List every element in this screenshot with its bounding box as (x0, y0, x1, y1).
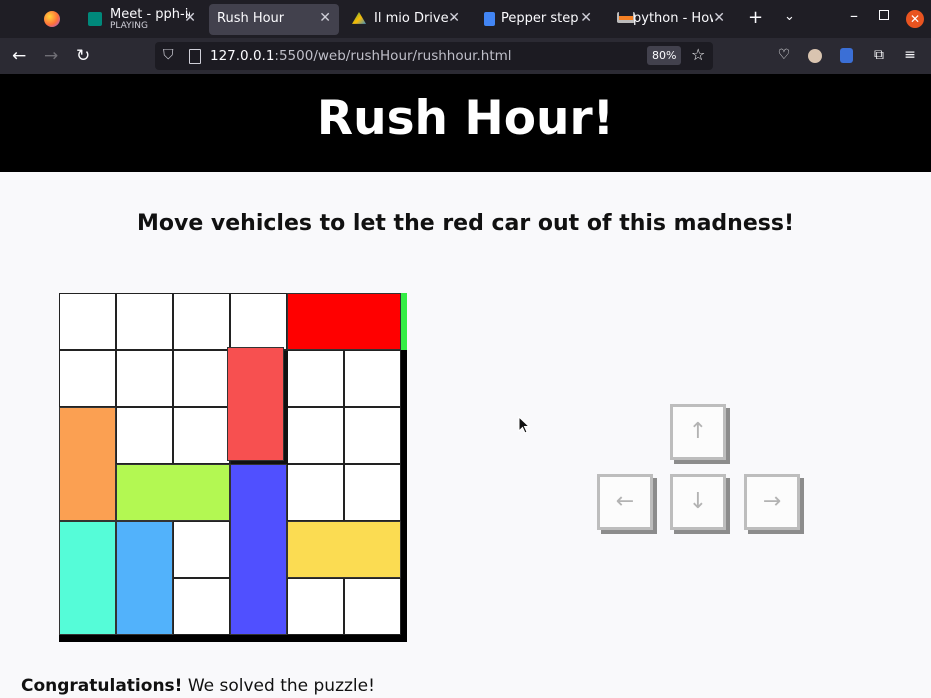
tab-docs[interactable]: Pepper steps ✕ (474, 4, 600, 35)
shield-icon[interactable]: ⛉ (163, 47, 174, 63)
close-tab-icon[interactable]: ✕ (319, 10, 331, 26)
board-cell[interactable] (344, 407, 401, 464)
back-arrow-icon[interactable]: ← (12, 46, 26, 66)
browser-tab-bar: Meet - pph-ieb PLAYING ✕ Rush Hour ✕ Il … (0, 0, 931, 38)
vehicle-red-car[interactable] (287, 293, 401, 350)
vehicle-cyan-car[interactable] (59, 521, 116, 635)
extension-avatar-icon[interactable] (808, 49, 822, 63)
tab-title: Meet - pph-ieb (110, 7, 190, 22)
vehicle-lime-car[interactable] (116, 464, 230, 521)
board-cell[interactable] (116, 407, 173, 464)
url-host: 127.0.0.1 (210, 48, 275, 64)
page-header: Rush Hour! (0, 74, 931, 172)
board-cell[interactable] (344, 578, 401, 635)
board-cell[interactable] (59, 350, 116, 407)
firefox-logo-icon[interactable] (44, 11, 60, 27)
tab-drive[interactable]: Il mio Drive - G ✕ (342, 4, 468, 35)
board-cell[interactable] (344, 464, 401, 521)
tab-stackoverflow[interactable]: python - How ✕ (607, 4, 733, 35)
bookmark-star-icon[interactable]: ☆ (691, 45, 705, 64)
vehicle-yellow-car[interactable] (287, 521, 401, 578)
move-down-button[interactable]: ↓ (670, 474, 726, 530)
google-docs-icon (484, 12, 495, 26)
maximize-icon[interactable] (879, 10, 889, 20)
page-title: Rush Hour! (316, 91, 615, 146)
move-up-button[interactable]: ↑ (670, 404, 726, 460)
vehicle-sky-car[interactable] (116, 521, 173, 635)
url-bar[interactable]: ⛉ 127.0.0.1:5500/web/rushHour/rushhour.h… (155, 42, 713, 70)
extensions-puzzle-icon[interactable]: ⧉ (871, 47, 887, 63)
board-bottom-wall (59, 635, 407, 642)
tab-title: Il mio Drive - G (374, 11, 454, 26)
vehicle-blue-truck[interactable] (230, 464, 287, 635)
tab-playing-label: PLAYING (110, 21, 148, 31)
vehicle-orange-car[interactable] (59, 407, 116, 521)
status-text: We solved the puzzle! (182, 676, 375, 696)
window-close-icon[interactable]: ✕ (906, 10, 924, 28)
move-left-button[interactable]: ← (597, 474, 653, 530)
tab-meet[interactable]: Meet - pph-ieb PLAYING ✕ (78, 4, 204, 35)
pocket-icon[interactable]: ♡ (776, 47, 792, 63)
tab-title: Pepper steps (501, 11, 579, 26)
speaker-icon (88, 12, 102, 26)
zoom-level-badge[interactable]: 80% (647, 46, 682, 65)
move-right-button[interactable]: → (744, 474, 800, 530)
url-path: :5500/web/rushHour/rushhour.html (274, 48, 512, 64)
close-tab-icon[interactable]: ✕ (580, 10, 592, 26)
close-tab-icon[interactable]: ✕ (184, 10, 196, 26)
menu-hamburger-icon[interactable]: ≡ (902, 47, 918, 63)
board-cell[interactable] (173, 521, 230, 578)
close-tab-icon[interactable]: ✕ (713, 10, 725, 26)
board-cell[interactable] (287, 578, 344, 635)
board-cell[interactable] (230, 293, 287, 350)
board-cell[interactable] (173, 350, 230, 407)
navigation-toolbar: ← → ↻ ⛉ 127.0.0.1:5500/web/rushHour/rush… (0, 38, 931, 74)
board-cell[interactable] (173, 293, 230, 350)
list-tabs-chevron-icon[interactable]: ⌄ (784, 9, 795, 24)
tab-rush-hour[interactable]: Rush Hour ✕ (209, 4, 339, 35)
extension-shield-icon[interactable] (840, 48, 853, 63)
status-message: Congratulations! We solved the puzzle! (21, 676, 375, 696)
new-tab-icon[interactable]: + (748, 7, 763, 28)
board-cell[interactable] (116, 350, 173, 407)
board-cell[interactable] (116, 293, 173, 350)
board-cell[interactable] (59, 293, 116, 350)
forward-arrow-icon[interactable]: → (44, 46, 58, 66)
page-icon[interactable] (189, 49, 201, 64)
tab-title: Rush Hour (217, 11, 285, 26)
board-right-wall (401, 350, 407, 642)
google-drive-icon (352, 12, 366, 24)
board-cell[interactable] (287, 350, 344, 407)
tab-title: python - How (633, 11, 713, 26)
url-text[interactable]: 127.0.0.1:5500/web/rushHour/rushhour.htm… (210, 48, 512, 64)
board-cell[interactable] (173, 578, 230, 635)
board-cell[interactable] (287, 407, 344, 464)
vehicle-salmon-car[interactable] (227, 347, 284, 461)
mouse-cursor-icon (518, 416, 530, 434)
minimize-icon[interactable]: – (850, 6, 858, 25)
status-strong: Congratulations! (21, 676, 183, 696)
page-subtitle: Move vehicles to let the red car out of … (136, 211, 794, 236)
close-tab-icon[interactable]: ✕ (448, 10, 460, 26)
board-cell[interactable] (344, 350, 401, 407)
board-cell[interactable] (173, 407, 230, 464)
reload-icon[interactable]: ↻ (76, 46, 90, 66)
game-board (59, 293, 407, 642)
board-exit (401, 293, 407, 350)
board-cell[interactable] (287, 464, 344, 521)
